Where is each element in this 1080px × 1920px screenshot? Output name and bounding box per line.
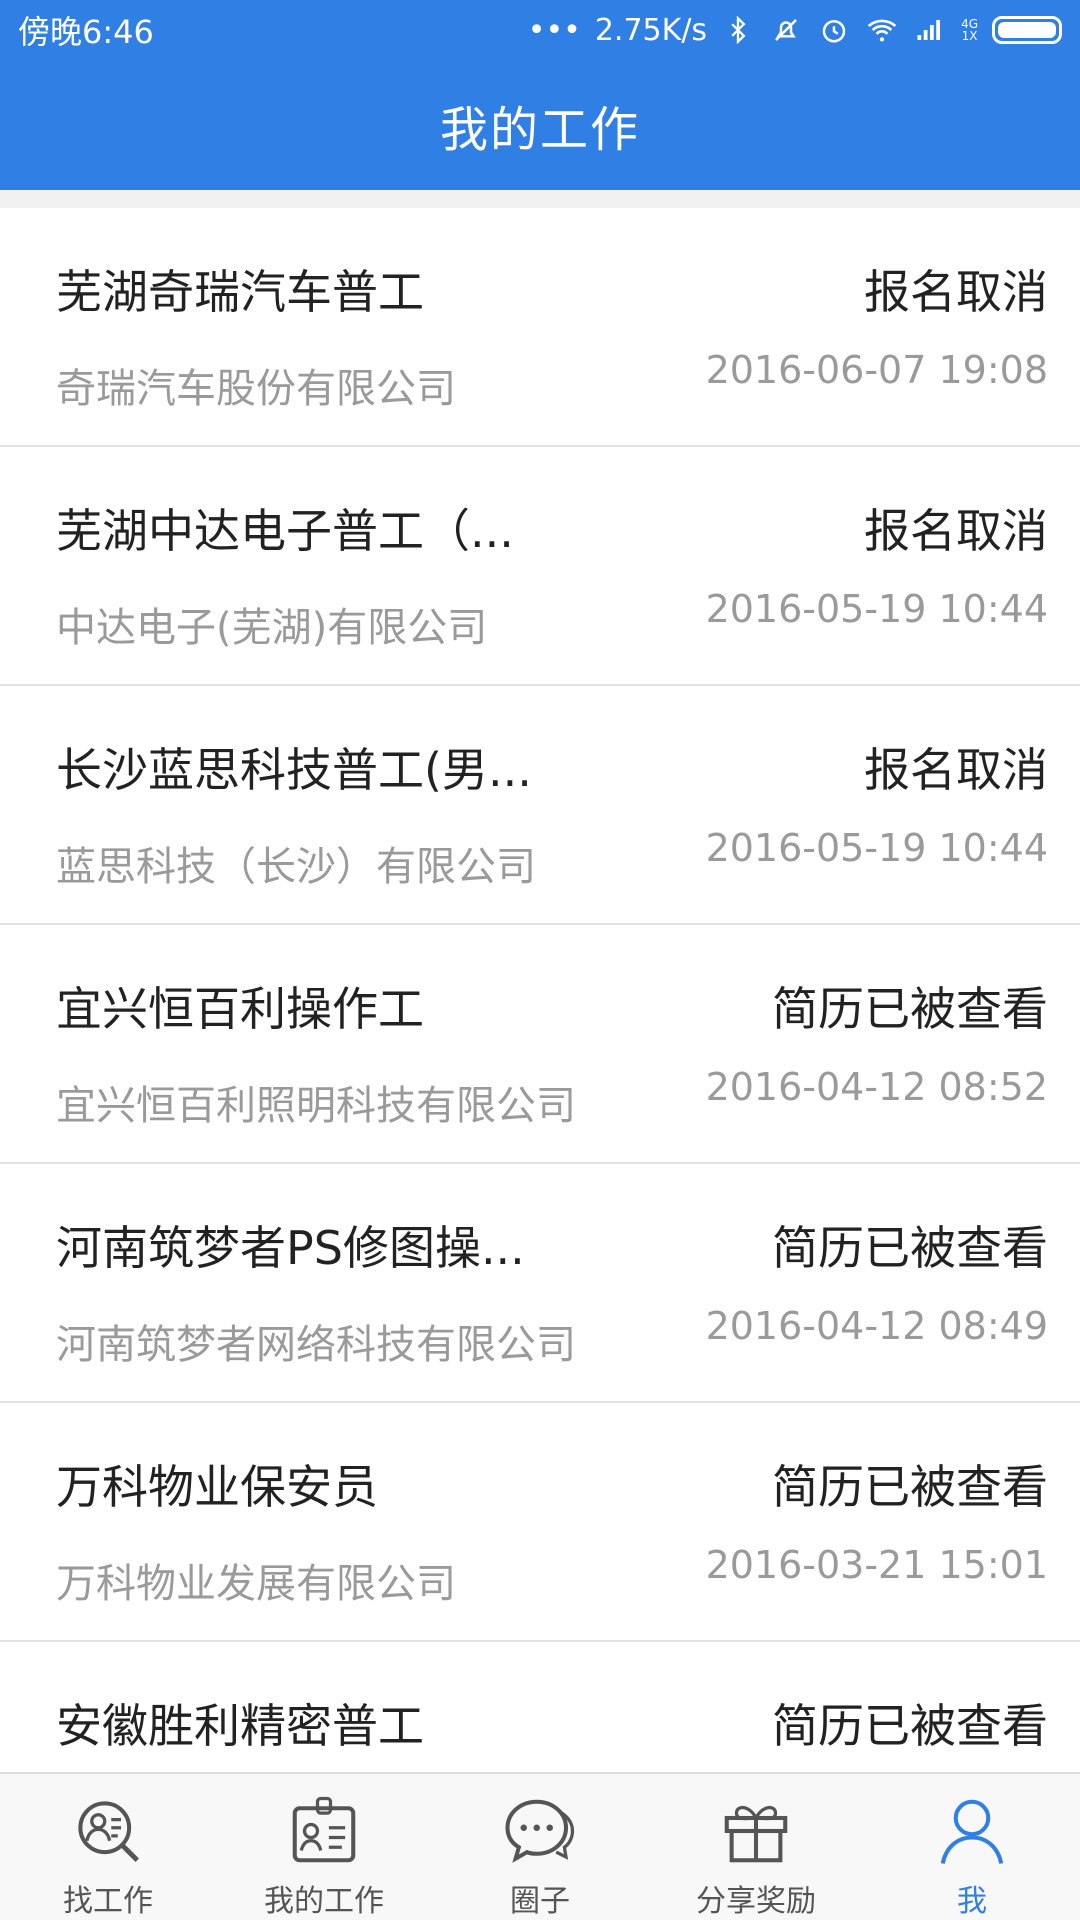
job-title: 长沙蓝思科技普工(男... (56, 743, 532, 797)
job-status: 报名取消 (864, 504, 1048, 558)
header-divider (0, 190, 1080, 208)
job-company: 宜兴恒百利照明科技有限公司 (56, 1083, 576, 1129)
job-title: 芜湖奇瑞汽车普工 (56, 265, 424, 319)
app-header: 我的工作 (0, 60, 1080, 190)
nav-my-job[interactable]: 我的工作 (216, 1774, 432, 1920)
job-title: 宜兴恒百利操作工 (56, 982, 424, 1036)
nav-label: 找工作 (63, 1884, 153, 1919)
my-job-badge-icon (292, 1796, 356, 1863)
job-title: 芜湖中达电子普工（... (56, 504, 514, 558)
nav-circle[interactable]: 圈子 (432, 1774, 648, 1920)
nav-label: 圈子 (510, 1884, 570, 1919)
battery-icon (992, 16, 1062, 44)
page-title: 我的工作 (439, 102, 640, 158)
job-date: 2016-05-19 10:44 (705, 587, 1048, 631)
job-status: 报名取消 (864, 265, 1048, 319)
job-date: 2016-04-12 08:52 (705, 1065, 1048, 1109)
status-time: 傍晚6:46 (18, 13, 154, 51)
job-row[interactable]: 河南筑梦者PS修图操... 河南筑梦者网络科技有限公司 简历已被查看 2016-… (0, 1164, 1080, 1403)
nav-me[interactable]: 我 (864, 1774, 1080, 1920)
job-status: 简历已被查看 (772, 1460, 1048, 1514)
job-title: 安徽胜利精密普工 (56, 1699, 424, 1753)
job-date: 2016-06-07 19:08 (705, 348, 1048, 392)
job-company: 奇瑞汽车股份有限公司 (56, 366, 456, 412)
job-row[interactable]: 芜湖中达电子普工（... 中达电子(芜湖)有限公司 报名取消 2016-05-1… (0, 447, 1080, 686)
alarm-icon (817, 13, 851, 47)
status-bar: 傍晚6:46 ••• 2.75K/s 4G 1X (0, 0, 1080, 60)
nav-find-job[interactable]: 找工作 (0, 1774, 216, 1920)
nav-label: 我 (957, 1884, 987, 1919)
signal-icon (913, 13, 947, 47)
more-dots: ••• (527, 12, 581, 48)
network-type: 4G 1X (961, 17, 978, 43)
job-company: 中达电子(芜湖)有限公司 (56, 605, 488, 651)
job-row[interactable]: 万科物业保安员 万科物业发展有限公司 简历已被查看 2016-03-21 15:… (0, 1403, 1080, 1642)
job-company: 万科物业发展有限公司 (56, 1561, 456, 1607)
job-row[interactable]: 芜湖奇瑞汽车普工 奇瑞汽车股份有限公司 报名取消 2016-06-07 19:0… (0, 208, 1080, 447)
job-status: 简历已被查看 (772, 1221, 1048, 1275)
job-row[interactable]: 宜兴恒百利操作工 宜兴恒百利照明科技有限公司 简历已被查看 2016-04-12… (0, 925, 1080, 1164)
bluetooth-icon (721, 13, 755, 47)
job-date: 2016-03-21 15:01 (705, 1543, 1048, 1587)
nav-label: 分享奖励 (696, 1884, 816, 1919)
chat-bubble-icon (505, 1799, 575, 1863)
job-row[interactable]: 长沙蓝思科技普工(男... 蓝思科技（长沙）有限公司 报名取消 2016-05-… (0, 686, 1080, 925)
job-company: 河南筑梦者网络科技有限公司 (56, 1322, 576, 1368)
job-title: 万科物业保安员 (56, 1460, 378, 1514)
job-date: 2016-05-19 10:44 (705, 826, 1048, 870)
status-icons: ••• 2.75K/s 4G 1X (528, 13, 1062, 48)
job-company: 蓝思科技（长沙）有限公司 (56, 844, 536, 890)
job-list: 芜湖奇瑞汽车普工 奇瑞汽车股份有限公司 报名取消 2016-06-07 19:0… (0, 208, 1080, 1881)
nav-share-reward[interactable]: 分享奖励 (648, 1774, 864, 1920)
find-job-icon (78, 1801, 139, 1862)
job-status: 报名取消 (864, 743, 1048, 797)
job-status: 简历已被查看 (772, 1699, 1048, 1753)
person-icon (940, 1799, 1004, 1864)
mute-bell-icon (769, 13, 803, 47)
wifi-icon (865, 13, 899, 47)
network-speed: 2.75K/s (594, 12, 708, 48)
gift-icon (724, 1806, 788, 1863)
nav-label: 我的工作 (264, 1884, 384, 1919)
job-title: 河南筑梦者PS修图操... (56, 1221, 525, 1275)
job-status: 简历已被查看 (772, 982, 1048, 1036)
bottom-nav: 找工作 我的工作 圈子 分享奖励 我 (0, 1772, 1080, 1920)
job-date: 2016-04-12 08:49 (705, 1304, 1048, 1348)
